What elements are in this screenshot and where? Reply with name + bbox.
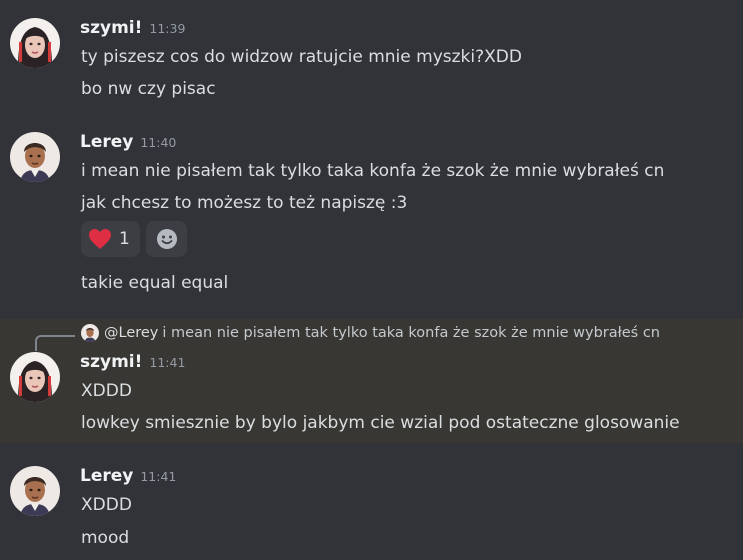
reply-connector [35, 335, 75, 351]
message-text: jak chcesz to możesz to też napiszę :3 [81, 193, 408, 213]
timestamp: 11:39 [149, 21, 186, 36]
message-text: i mean nie pisałem tak tylko taka konfa … [81, 161, 665, 181]
reaction-heart-button[interactable]: 1 [81, 221, 140, 257]
szymi-avatar-icon [10, 352, 60, 402]
username[interactable]: szymi! [80, 352, 142, 372]
avatar-szymi[interactable] [10, 352, 60, 402]
username[interactable]: Lerey [80, 132, 133, 152]
reply-avatar [81, 324, 99, 342]
message-text: XDDD [81, 381, 132, 401]
lerey-avatar-icon [10, 132, 60, 182]
message-text: lowkey smiesznie by bylo jakbym cie wzia… [81, 413, 680, 433]
heart-icon [89, 229, 111, 249]
lerey-avatar-icon [10, 466, 60, 516]
szymi-avatar-icon [10, 18, 60, 68]
message-header: szymi! 11:39 [80, 18, 185, 40]
avatar-lerey[interactable] [10, 132, 60, 182]
message-header: Lerey 11:41 [80, 466, 176, 488]
add-reaction-icon [156, 229, 177, 249]
timestamp: 11:40 [140, 135, 177, 150]
reaction-count: 1 [119, 229, 130, 249]
message-text: XDDD [81, 495, 132, 515]
timestamp: 11:41 [140, 469, 177, 484]
message-text: ty piszesz cos do widzow ratujcie mnie m… [81, 47, 522, 67]
reply-preview-text[interactable]: i mean nie pisałem tak tylko taka konfa … [162, 325, 660, 341]
message-header: Lerey 11:40 [80, 132, 176, 154]
username[interactable]: Lerey [80, 466, 133, 486]
timestamp: 11:41 [149, 355, 186, 370]
message-header: szymi! 11:41 [80, 352, 185, 374]
username[interactable]: szymi! [80, 18, 142, 38]
message-text: mood [81, 528, 130, 548]
reply-mention[interactable]: @Lerey [104, 325, 158, 341]
chat-message-list: szymi! 11:39 ty piszesz cos do widzow rat… [0, 0, 743, 560]
message-text: takie equal equal [81, 273, 229, 293]
avatar-lerey[interactable] [10, 466, 60, 516]
add-reaction-button[interactable] [146, 221, 187, 257]
reply-reference[interactable]: @Lerey i mean nie pisałem tak tylko taka… [81, 322, 660, 344]
avatar-szymi[interactable] [10, 18, 60, 68]
message-text: bo nw czy pisac [81, 79, 216, 99]
lerey-avatar-icon [81, 324, 99, 342]
